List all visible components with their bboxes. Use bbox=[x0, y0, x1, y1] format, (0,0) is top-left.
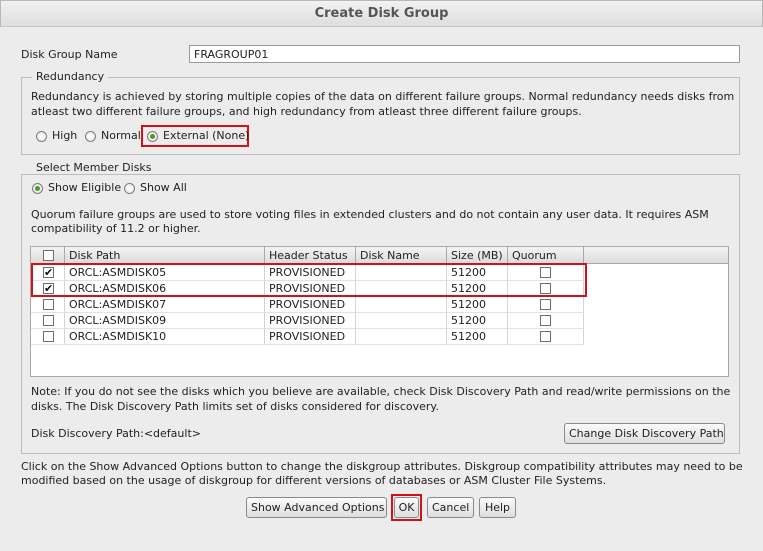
dialog-title: Create Disk Group bbox=[314, 6, 449, 21]
cell-disk-path: ORCL:ASMDISK09 bbox=[65, 313, 265, 329]
redundancy-description-line1: Redundancy is achieved by storing multip… bbox=[31, 90, 735, 103]
quorum-checkbox[interactable] bbox=[540, 315, 551, 326]
col-header-filler bbox=[584, 247, 728, 264]
show-advanced-options-button[interactable]: Show Advanced Options bbox=[246, 497, 387, 518]
cell-disk-name bbox=[356, 313, 447, 329]
quorum-checkbox[interactable] bbox=[540, 299, 551, 310]
show-eligible-label[interactable]: Show Eligible bbox=[48, 181, 121, 194]
row-select-checkbox[interactable] bbox=[43, 299, 54, 310]
help-button[interactable]: Help bbox=[479, 497, 516, 518]
select-all-checkbox[interactable] bbox=[43, 250, 54, 261]
member-disks-legend: Select Member Disks bbox=[32, 161, 156, 174]
redundancy-normal-radio[interactable] bbox=[85, 131, 96, 142]
col-header-disk-path[interactable]: Disk Path bbox=[65, 247, 265, 264]
ok-button[interactable]: OK bbox=[394, 497, 419, 518]
show-eligible-radio[interactable] bbox=[32, 183, 43, 194]
cancel-button[interactable]: Cancel bbox=[427, 497, 474, 518]
select-all-header bbox=[31, 247, 65, 264]
redundancy-external-radio[interactable] bbox=[147, 131, 158, 142]
quorum-checkbox[interactable] bbox=[540, 331, 551, 342]
cell-quorum bbox=[508, 313, 584, 329]
cell-size: 51200 bbox=[447, 329, 508, 345]
redundancy-normal-label[interactable]: Normal bbox=[101, 129, 141, 142]
cell-disk-path: ORCL:ASMDISK10 bbox=[65, 329, 265, 345]
row-select-checkbox[interactable] bbox=[43, 315, 54, 326]
advanced-note-line1: Click on the Show Advanced Options butto… bbox=[21, 460, 743, 473]
cell-quorum bbox=[508, 329, 584, 345]
redundancy-external-label[interactable]: External (None) bbox=[163, 129, 249, 142]
cell-disk-name bbox=[356, 297, 447, 313]
discovery-note-line2: disks. The Disk Discovery Path limits se… bbox=[31, 400, 439, 413]
show-all-radio[interactable] bbox=[124, 183, 135, 194]
cell-size: 51200 bbox=[447, 313, 508, 329]
disk-group-name-input[interactable]: FRAGROUP01 bbox=[189, 45, 740, 63]
redundancy-description-line2: atleast two different failure groups, an… bbox=[31, 105, 582, 118]
quorum-note-line2: compatibility of 11.2 or higher. bbox=[31, 222, 201, 235]
row-select-checkbox[interactable] bbox=[43, 331, 54, 342]
cell-header-status: PROVISIONED bbox=[265, 329, 356, 345]
selected-disks-highlight-box bbox=[31, 263, 587, 297]
show-all-label[interactable]: Show All bbox=[140, 181, 187, 194]
col-header-quorum[interactable]: Quorum bbox=[508, 247, 584, 264]
row-select-cell bbox=[31, 329, 65, 345]
redundancy-high-radio[interactable] bbox=[36, 131, 47, 142]
change-discovery-path-button[interactable]: Change Disk Discovery Path bbox=[564, 423, 725, 444]
cell-quorum bbox=[508, 297, 584, 313]
row-select-cell bbox=[31, 313, 65, 329]
cell-disk-path: ORCL:ASMDISK07 bbox=[65, 297, 265, 313]
row-select-cell bbox=[31, 297, 65, 313]
discovery-note-line1: Note: If you do not see the disks which … bbox=[31, 385, 731, 398]
quorum-note-line1: Quorum failure groups are used to store … bbox=[31, 208, 709, 221]
col-header-disk-name[interactable]: Disk Name bbox=[356, 247, 447, 264]
discovery-path-label: Disk Discovery Path:<default> bbox=[31, 427, 201, 440]
col-header-header-status[interactable]: Header Status bbox=[265, 247, 356, 264]
disk-group-name-value: FRAGROUP01 bbox=[194, 48, 269, 61]
redundancy-high-label[interactable]: High bbox=[52, 129, 77, 142]
cell-size: 51200 bbox=[447, 297, 508, 313]
col-header-size[interactable]: Size (MB) bbox=[447, 247, 508, 264]
advanced-note-line2: modified based on the usage of diskgroup… bbox=[21, 474, 607, 487]
redundancy-legend: Redundancy bbox=[32, 70, 109, 83]
cell-header-status: PROVISIONED bbox=[265, 313, 356, 329]
cell-disk-name bbox=[356, 329, 447, 345]
dialog-title-bar: Create Disk Group bbox=[0, 0, 763, 27]
cell-header-status: PROVISIONED bbox=[265, 297, 356, 313]
disk-group-name-label: Disk Group Name bbox=[21, 48, 118, 61]
